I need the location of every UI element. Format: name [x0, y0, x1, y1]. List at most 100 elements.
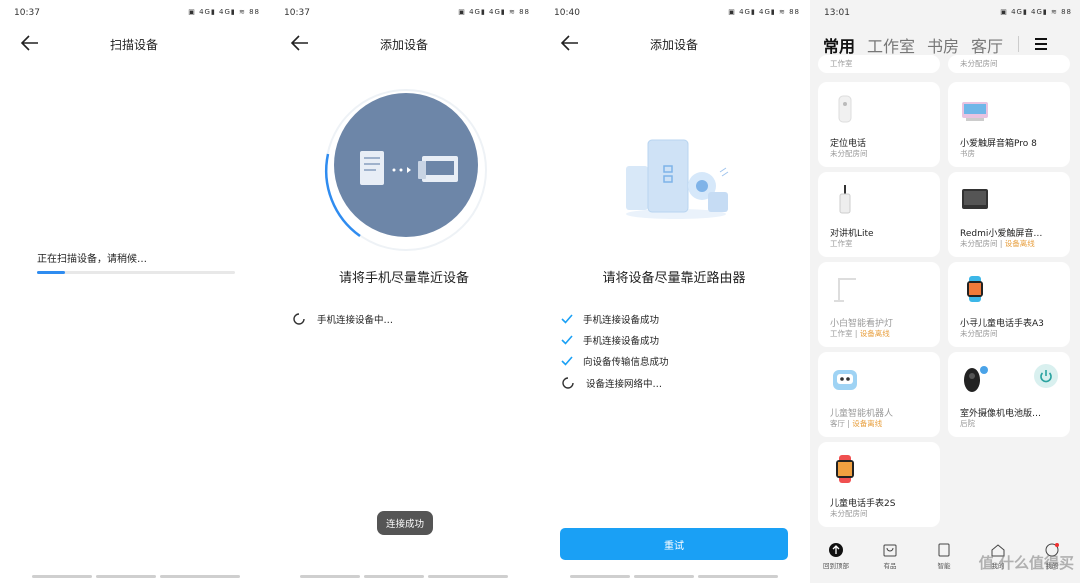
page-title: 添加设备 [379, 38, 428, 52]
step-1: 手机连接设备成功 [560, 312, 659, 326]
device-list-screen: 13:01 ▣ 4G▮ 4G▮ ≋ 88 常用 工作室 书房 客厅 工作室 未分… [810, 0, 1080, 583]
devices-router-icon [626, 139, 729, 219]
device-room: 工作室 | 设备离线 [830, 329, 890, 338]
step-label: 向设备传输信息成功 [583, 357, 669, 368]
home-bar [364, 575, 424, 578]
smart-display-icon [962, 189, 988, 209]
tab-common[interactable]: 常用 [823, 33, 855, 57]
offline-badge: 设备离线 [1004, 239, 1035, 248]
outdoor-camera-icon [964, 366, 988, 392]
walkie-talkie-icon [839, 185, 851, 214]
device-card[interactable]: 小爱触屏音箱Pro 8 书房 [948, 82, 1070, 167]
status-bar: 13:01 ▣ 4G▮ 4G▮ ≋ 88 [810, 0, 1080, 26]
offline-badge: 设备离线 [852, 419, 883, 428]
room-tabs: 常用 工作室 书房 客厅 [823, 33, 1003, 57]
smart-icon [938, 543, 950, 557]
tab-studio[interactable]: 工作室 [867, 33, 915, 57]
device-card[interactable]: 儿童电话手表2S 未分配房间 [818, 442, 940, 527]
scan-progress-bar [37, 271, 235, 274]
power-icon[interactable] [1034, 364, 1058, 388]
step-4: 设备连接网络中… [561, 376, 662, 390]
step-label: 手机连接设备成功 [583, 315, 660, 326]
add-device-screen: 10:37 ▣ 4G▮ 4G▮ ≋ 88 添加设备 请将手机尽量靠近设备 手机连… [270, 0, 538, 583]
connection-step: 手机连接设备中… [292, 312, 393, 326]
nav-smart[interactable]: 智能 [924, 543, 964, 570]
loading-spinner-icon [293, 313, 305, 325]
device-card[interactable]: Redmi小爱触屏音… 未分配房间 | 设备离线 [948, 172, 1070, 257]
step-2: 手机连接设备成功 [560, 333, 659, 347]
device-room: 后院 [960, 419, 975, 428]
device-card-partial[interactable]: 未分配房间 [948, 55, 1070, 73]
device-card-partial[interactable]: 工作室 [818, 55, 940, 73]
home-bar [300, 575, 360, 578]
scan-progress-fill [37, 271, 65, 274]
check-icon [561, 314, 573, 324]
status-time: 10:37 [284, 8, 310, 18]
device-room: 未分配房间 [960, 59, 998, 68]
device-card[interactable]: 室外摄像机电池版… 后院 [948, 352, 1070, 437]
status-time: 10:37 [14, 8, 40, 18]
hint-text: 请将设备尽量靠近路由器 [602, 271, 746, 286]
device-room: 工作室 [830, 239, 853, 248]
device-card[interactable]: 对讲机Lite 工作室 [818, 172, 940, 257]
phone-to-device-illustration [334, 93, 478, 237]
home-bar [698, 575, 778, 578]
nav-back-to-top[interactable]: 回到顶部 [816, 543, 856, 570]
shop-icon [883, 544, 897, 557]
bottom-navigation: 回到顶部 有品 智能 我的 我的 值 什么值得买 [810, 531, 1080, 583]
hint-text: 请将手机尽量靠近设备 [338, 271, 469, 286]
phone-device-icon [360, 151, 458, 185]
step-label: 手机连接设备成功 [583, 336, 660, 347]
status-time: 13:01 [824, 8, 850, 18]
smart-display-icon [962, 102, 988, 121]
offline-badge: 设备离线 [859, 329, 890, 338]
status-bar: 10:40 ▣ 4G▮ 4G▮ ≋ 88 [540, 0, 808, 26]
nav-label: 回到顶部 [823, 562, 849, 570]
status-indicators: ▣ 4G▮ 4G▮ ≋ 88 [728, 8, 800, 16]
desk-lamp-icon [834, 278, 856, 302]
home-bar [96, 575, 156, 578]
home-bar [32, 575, 92, 578]
status-indicators: ▣ 4G▮ 4G▮ ≋ 88 [458, 8, 530, 16]
step-label: 设备连接网络中… [586, 379, 663, 390]
smartwatch-icon [836, 455, 854, 483]
menu-icon[interactable] [1034, 38, 1048, 50]
nav-label: 智能 [937, 562, 951, 570]
status-time: 10:40 [554, 8, 580, 18]
tab-study[interactable]: 书房 [927, 33, 959, 57]
status-bar: 10:37 ▣ 4G▮ 4G▮ ≋ 88 [270, 0, 538, 26]
robot-icon [833, 370, 857, 390]
arrow-up-icon [829, 543, 843, 557]
watermark: 值 什么值得买 [978, 554, 1074, 572]
device-room: 客厅 | 设备离线 [830, 419, 883, 428]
device-room: 未分配房间 [960, 329, 998, 338]
home-bar [428, 575, 508, 578]
smartwatch-icon [967, 276, 983, 302]
device-room: 工作室 [830, 59, 853, 68]
home-bar [160, 575, 240, 578]
device-room: 未分配房间 [830, 149, 868, 158]
nav-youpin[interactable]: 有品 [870, 543, 910, 570]
device-card[interactable]: 定位电话 未分配房间 [818, 82, 940, 167]
page-title: 扫描设备 [109, 38, 158, 52]
device-room: 未分配房间 [830, 509, 868, 518]
status-bar: 10:37 ▣ 4G▮ 4G▮ ≋ 88 [0, 0, 268, 26]
locator-phone-icon [838, 95, 852, 123]
add-device-network-screen: 10:40 ▣ 4G▮ 4G▮ ≋ 88 添加设备 请将设备尽量靠近路由器 手机… [540, 0, 808, 583]
loading-spinner-icon [562, 377, 574, 389]
scan-status-text: 正在扫描设备，请稍候… [37, 254, 147, 265]
home-bar [570, 575, 630, 578]
scan-device-screen: 10:37 ▣ 4G▮ 4G▮ ≋ 88 扫描设备 正在扫描设备，请稍候… [0, 0, 268, 583]
device-card[interactable]: 小寻儿童电话手表A3 未分配房间 [948, 262, 1070, 347]
device-card[interactable]: 儿童智能机器人 客厅 | 设备离线 [818, 352, 940, 437]
device-card[interactable]: 小白智能看护灯 工作室 | 设备离线 [818, 262, 940, 347]
device-room: 未分配房间 | 设备离线 [960, 239, 1035, 248]
step-3: 向设备传输信息成功 [560, 354, 669, 368]
check-icon [561, 335, 573, 345]
status-indicators: ▣ 4G▮ 4G▮ ≋ 88 [188, 8, 260, 16]
retry-button[interactable]: 重试 [560, 528, 788, 560]
step-label: 手机连接设备中… [317, 315, 394, 326]
tab-living-room[interactable]: 客厅 [971, 33, 1003, 57]
check-icon [561, 356, 573, 366]
status-indicators: ▣ 4G▮ 4G▮ ≋ 88 [1000, 8, 1072, 16]
